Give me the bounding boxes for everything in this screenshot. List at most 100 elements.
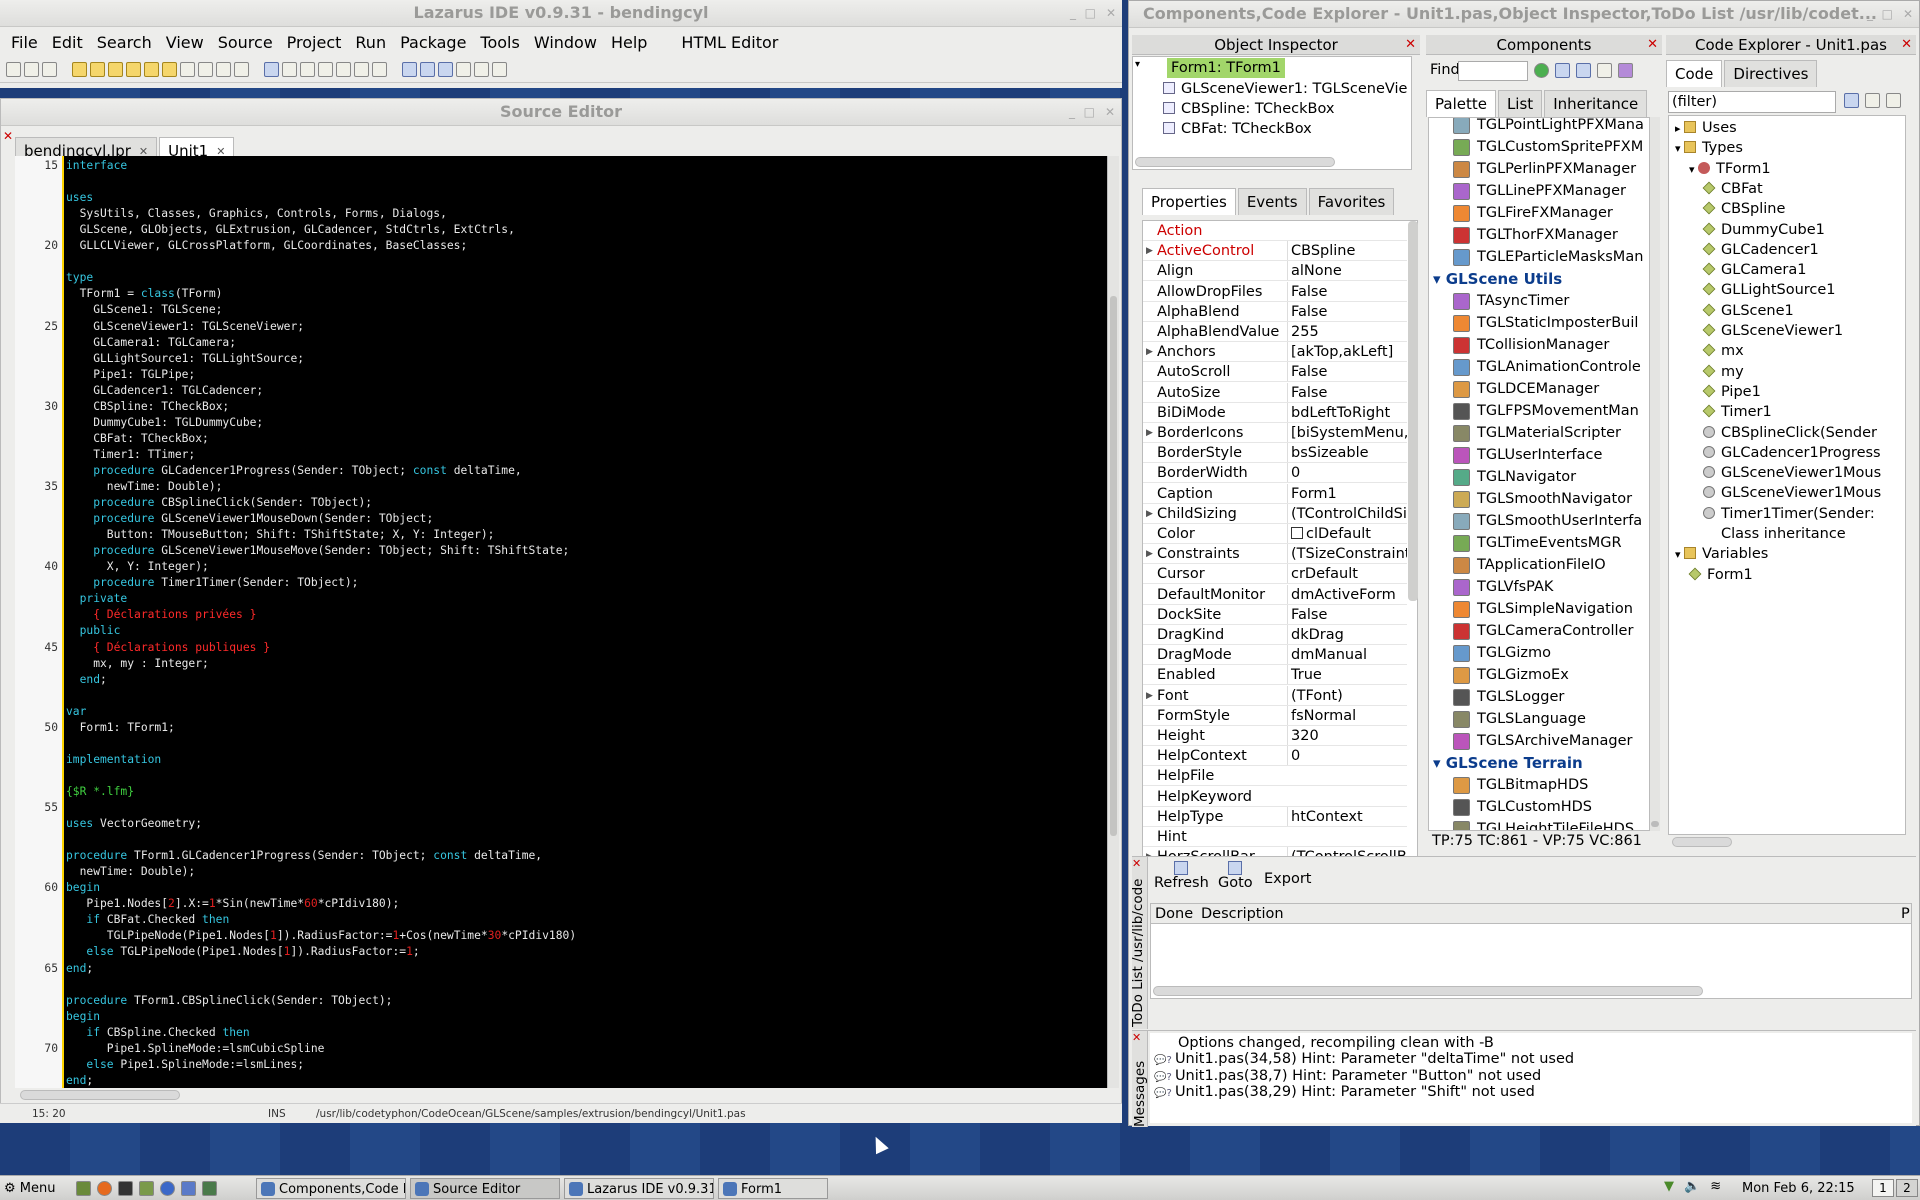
property-value[interactable]: (TSizeConstraints bbox=[1287, 544, 1407, 564]
component-item[interactable]: TGLNavigator bbox=[1453, 466, 1576, 488]
tree-node-field[interactable]: GLSceneViewer1 bbox=[1702, 321, 1843, 341]
property-row[interactable]: HelpContext 0 bbox=[1143, 746, 1407, 767]
component-item[interactable]: TAsyncTimer bbox=[1453, 290, 1569, 312]
toolbar-button-icon[interactable] bbox=[492, 62, 507, 77]
menu-item-html-editor[interactable]: HTML Editor bbox=[674, 33, 785, 52]
property-value[interactable]: 0 bbox=[1287, 463, 1407, 483]
property-row[interactable]: AllowDropFiles False bbox=[1143, 281, 1407, 302]
col-description[interactable]: Description bbox=[1201, 904, 1284, 924]
minimize-icon[interactable]: _ bbox=[1070, 0, 1076, 26]
component-item[interactable]: TGLUserInterface bbox=[1453, 444, 1602, 466]
refresh-icon[interactable] bbox=[1844, 93, 1859, 108]
tree-node-method[interactable]: GLSceneViewer1Mous bbox=[1703, 463, 1881, 483]
menu-item-run[interactable]: Run bbox=[348, 33, 393, 52]
toolbar-button-icon[interactable] bbox=[474, 62, 489, 77]
property-row[interactable]: FormStyle fsNormal bbox=[1143, 705, 1407, 726]
menu-item-file[interactable]: File bbox=[4, 33, 45, 52]
toolbar-button-icon[interactable] bbox=[90, 62, 105, 77]
menu-item-help[interactable]: Help bbox=[604, 33, 654, 52]
tree-node-field[interactable]: GLCadencer1 bbox=[1702, 240, 1819, 260]
desktop-icon[interactable] bbox=[76, 1181, 91, 1196]
chevron-right-icon[interactable]: ▸ bbox=[1675, 122, 1684, 135]
find-input[interactable] bbox=[1458, 61, 1528, 81]
tree-item-form1[interactable]: Form1: TForm1 bbox=[1167, 58, 1285, 78]
property-row[interactable]: Action bbox=[1143, 221, 1407, 241]
component-item[interactable]: TGLPerlinPFXManager bbox=[1453, 158, 1636, 180]
component-item[interactable]: TGLFireFXManager bbox=[1453, 202, 1613, 224]
tab-list[interactable]: List bbox=[1497, 90, 1543, 117]
tree-node-method[interactable]: GLCadencer1Progress bbox=[1703, 443, 1881, 463]
tree-node-none[interactable]: Class inheritance bbox=[1703, 524, 1846, 544]
export-button[interactable]: Export bbox=[1264, 871, 1311, 887]
component-item[interactable]: TGLAnimationControle bbox=[1453, 356, 1641, 378]
property-row[interactable]: Color clDefault bbox=[1143, 524, 1407, 544]
property-value[interactable]: [biSystemMenu,b bbox=[1287, 423, 1407, 442]
col-done[interactable]: Done bbox=[1155, 904, 1193, 924]
close-icon[interactable]: ✕ bbox=[1106, 0, 1116, 26]
toolbar-button-icon[interactable] bbox=[300, 62, 315, 77]
code-explorer-hscrollbar[interactable] bbox=[1672, 837, 1732, 847]
message-item[interactable]: 💬? Unit1.pas(38,29) Hint: Parameter "Shi… bbox=[1154, 1082, 1535, 1102]
close-icon[interactable]: ✕ bbox=[1105, 99, 1115, 125]
property-value[interactable]: Form1 bbox=[1287, 483, 1407, 503]
task-form1[interactable]: Form1 bbox=[718, 1178, 828, 1199]
component-item[interactable]: TGLDCEManager bbox=[1453, 378, 1599, 400]
component-item[interactable]: TGLTimeEventsMGR bbox=[1453, 532, 1622, 554]
sort-icon[interactable] bbox=[1576, 63, 1591, 78]
property-value[interactable]: 320 bbox=[1287, 726, 1407, 745]
toolbar-button-icon[interactable] bbox=[420, 62, 435, 77]
property-row[interactable]: HelpFile bbox=[1143, 766, 1407, 787]
todo-hscrollbar[interactable] bbox=[1153, 986, 1703, 996]
component-list-scrollbar[interactable] bbox=[1650, 117, 1660, 831]
component-item[interactable]: TGLHeightTileFileHDS bbox=[1453, 818, 1634, 830]
property-row[interactable]: Caption Form1 bbox=[1143, 483, 1407, 504]
editor-vscrollbar[interactable] bbox=[1107, 156, 1119, 1088]
tree-node-field[interactable]: Form1 bbox=[1688, 565, 1753, 585]
volume-icon[interactable]: 🔈 bbox=[1684, 1179, 1700, 1194]
property-value[interactable]: bsSizeable bbox=[1287, 443, 1407, 463]
property-row[interactable]: BorderWidth 0 bbox=[1143, 463, 1407, 484]
property-value[interactable]: htContext bbox=[1287, 806, 1407, 826]
tree-node-field[interactable]: Pipe1 bbox=[1702, 382, 1761, 402]
minimize-icon[interactable]: _ bbox=[1069, 99, 1075, 125]
property-value[interactable]: False bbox=[1287, 382, 1407, 402]
toolbar-button-icon[interactable] bbox=[402, 62, 417, 77]
palette-section[interactable]: ▾ GLScene Utils bbox=[1433, 268, 1562, 290]
property-row[interactable]: DragMode dmManual bbox=[1143, 645, 1407, 666]
menu-item-source[interactable]: Source bbox=[211, 33, 280, 52]
tree-node-field[interactable]: CBSpline bbox=[1702, 199, 1785, 219]
component-item[interactable]: TGLMaterialScripter bbox=[1453, 422, 1621, 444]
maximize-icon[interactable]: □ bbox=[1882, 1, 1893, 27]
tree-node-field[interactable]: GLCamera1 bbox=[1702, 260, 1806, 280]
close-panel-icon[interactable]: ✕ bbox=[1405, 35, 1416, 55]
property-row[interactable]: ▶ ChildSizing (TControlChildSizi bbox=[1143, 503, 1407, 524]
tree-item[interactable]: CBFat: TCheckBox bbox=[1163, 119, 1312, 139]
tab-code[interactable]: Code bbox=[1666, 60, 1723, 87]
chevron-down-icon[interactable]: ▾ bbox=[1433, 270, 1446, 288]
component-item[interactable]: TGLPointLightPFXMana bbox=[1453, 118, 1644, 136]
property-value[interactable]: (TControlChildSizi bbox=[1287, 503, 1407, 523]
toolbar-button-icon[interactable] bbox=[336, 62, 351, 77]
toolbar-button-icon[interactable] bbox=[438, 62, 453, 77]
component-item[interactable]: TGLGizmo bbox=[1453, 642, 1551, 664]
expand-icon[interactable]: ▶ bbox=[1146, 241, 1153, 260]
task-lazarus-ide[interactable]: Lazarus IDE v0.9.31 ... bbox=[564, 1178, 714, 1199]
toolbar-button-icon[interactable] bbox=[180, 62, 195, 77]
workspace-2[interactable]: 2 bbox=[1896, 1179, 1918, 1197]
goto-button[interactable]: Goto bbox=[1218, 861, 1253, 891]
gear-icon[interactable] bbox=[1618, 63, 1633, 78]
property-row[interactable]: ▶ ActiveControl CBSpline bbox=[1143, 241, 1407, 262]
tree-node-field[interactable]: my bbox=[1702, 362, 1744, 382]
tab-directives[interactable]: Directives bbox=[1724, 60, 1818, 87]
property-value[interactable]: alNone bbox=[1287, 261, 1407, 281]
toolbar-button-icon[interactable] bbox=[456, 62, 471, 77]
property-row[interactable]: AlphaBlendValue 255 bbox=[1143, 322, 1407, 342]
property-value[interactable]: CBSpline bbox=[1287, 241, 1407, 261]
tools-icon[interactable] bbox=[1886, 93, 1901, 108]
component-item[interactable]: TGLCustomHDS bbox=[1453, 796, 1592, 818]
settings-icon[interactable] bbox=[181, 1181, 196, 1196]
toolbar-button-icon[interactable] bbox=[144, 62, 159, 77]
tree-node-field[interactable]: mx bbox=[1702, 341, 1744, 361]
maximize-icon[interactable]: □ bbox=[1084, 99, 1095, 125]
options-icon[interactable] bbox=[1865, 93, 1880, 108]
